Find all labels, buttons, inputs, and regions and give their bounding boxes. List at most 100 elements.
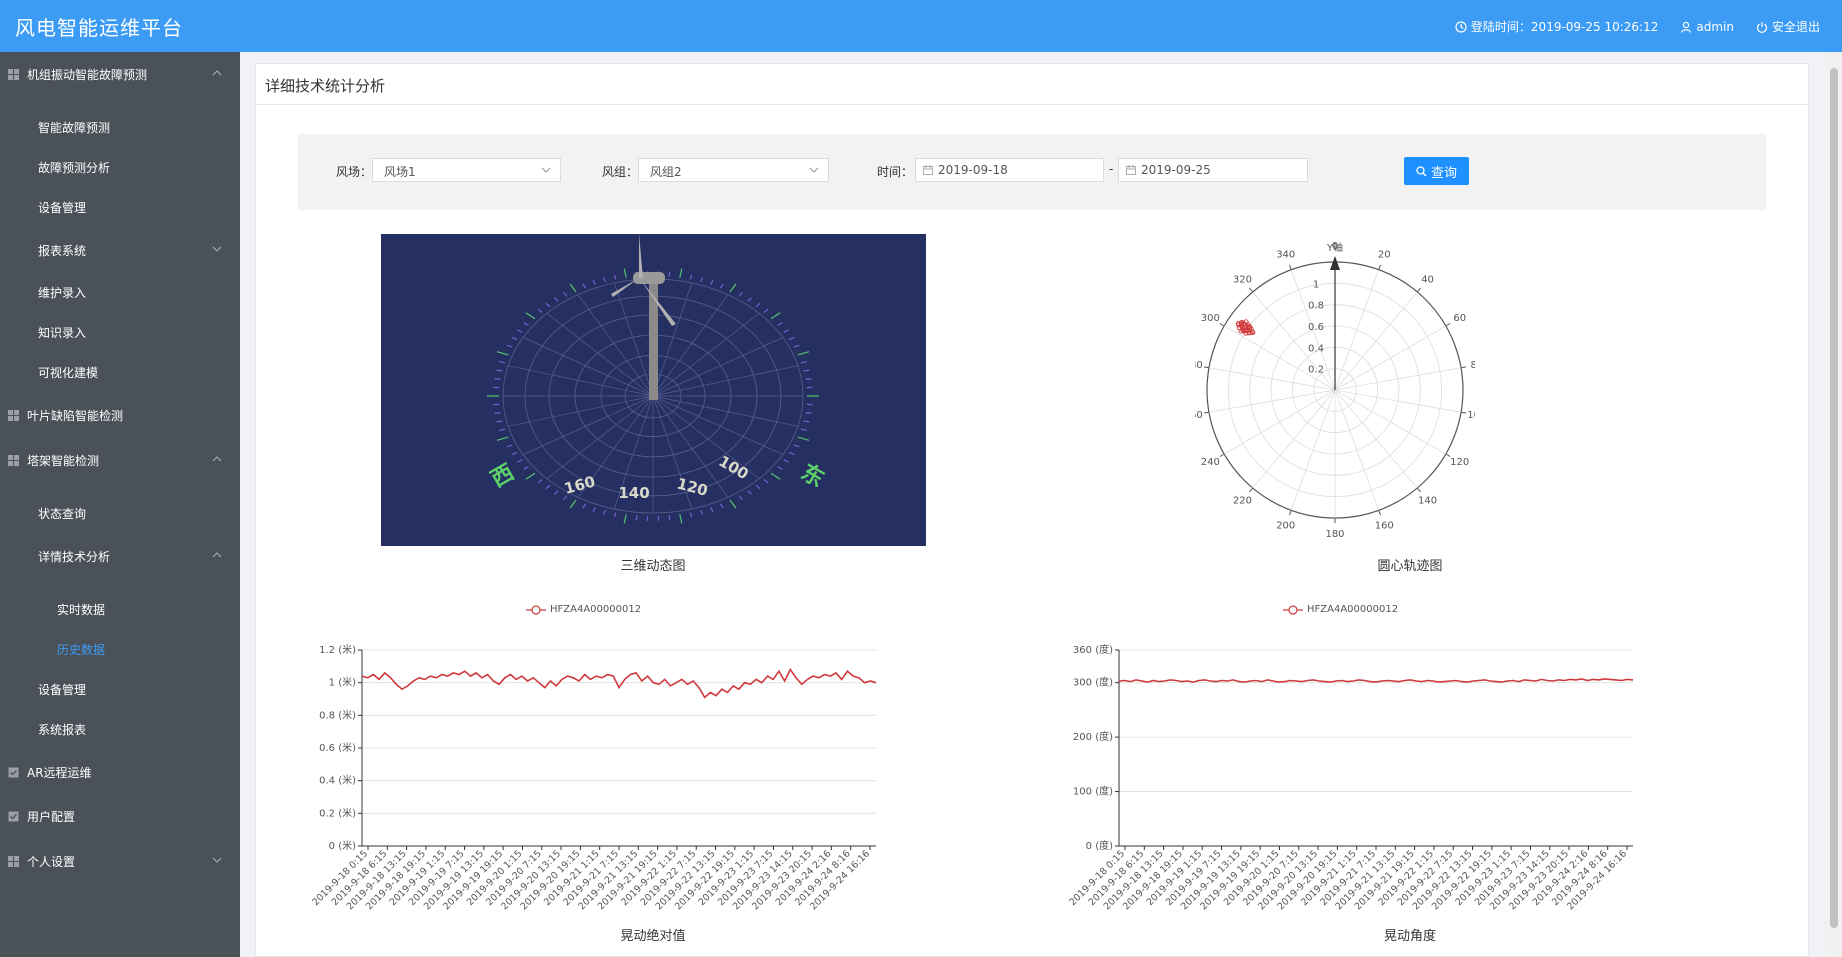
turbine-tick bbox=[770, 472, 781, 480]
chevron-down-icon bbox=[212, 857, 222, 863]
logout-button[interactable]: 安全退出 bbox=[1756, 18, 1820, 35]
sidebar-item[interactable]: 设备管理 bbox=[0, 192, 240, 222]
amplitude-line-chart: 0 (米) 0.2 (米) 0.4 (米) 0.6 (米) 0.8 (米) 1 (米) 1.… bbox=[310, 643, 877, 910]
sidebar-item[interactable]: 知识录入 bbox=[0, 317, 240, 347]
farm-select[interactable]: 风场1 bbox=[372, 158, 561, 182]
angle-legend[interactable]: HFZA4A00000012 bbox=[1283, 604, 1398, 615]
turbine-spoke bbox=[522, 395, 654, 455]
chart-y-tick-label: 0 (度) bbox=[1086, 839, 1113, 852]
turbine-spoke bbox=[613, 282, 654, 397]
turbine-tick bbox=[517, 459, 523, 463]
turbine-side-label: 西 bbox=[487, 460, 519, 493]
group-select[interactable]: 风组2 bbox=[638, 158, 829, 182]
page-scrollbar[interactable] bbox=[1826, 52, 1842, 957]
sidebar-item[interactable]: 故障预测分析 bbox=[0, 152, 240, 182]
sidebar-item[interactable]: 智能故障预测 bbox=[0, 112, 240, 142]
sidebar-item[interactable]: 系统报表 bbox=[0, 714, 240, 744]
sidebar-item[interactable]: 塔架智能检测 bbox=[0, 445, 240, 475]
query-button[interactable]: 查询 bbox=[1404, 157, 1469, 185]
sidebar-item[interactable]: 历史数据 bbox=[0, 634, 240, 664]
sidebar-item-label: 智能故障预测 bbox=[38, 120, 111, 135]
turbine-tick bbox=[511, 451, 518, 456]
date-start-input[interactable]: 2019-09-18 bbox=[915, 158, 1104, 182]
turbine-tick bbox=[793, 344, 800, 348]
turbine-blade bbox=[639, 234, 643, 278]
sidebar-item[interactable]: 叶片缺陷智能检测 bbox=[0, 400, 240, 430]
turbine-tick bbox=[569, 499, 577, 509]
sidebar-item[interactable]: 维护录入 bbox=[0, 277, 240, 307]
sidebar-item[interactable]: 用户配置 bbox=[0, 801, 240, 831]
login-time-text: 登陆时间：2019-09-25 10:26:12 bbox=[1470, 20, 1659, 34]
user-menu[interactable]: admin bbox=[1680, 20, 1734, 34]
turbine-tick bbox=[523, 466, 529, 470]
chart-y-tick-label: 0 (米) bbox=[329, 839, 356, 852]
polar-tick bbox=[1249, 287, 1254, 293]
turbine-tick bbox=[700, 277, 703, 282]
date-separator: - bbox=[1109, 162, 1114, 176]
turbine-spoke bbox=[652, 337, 784, 397]
sidebar-item[interactable]: 报表系统 bbox=[0, 235, 240, 265]
scrollbar-thumb[interactable] bbox=[1830, 68, 1838, 928]
amplitude-legend[interactable]: HFZA4A00000012 bbox=[526, 604, 641, 615]
turbine-tick bbox=[783, 459, 789, 463]
turbine-tick bbox=[592, 280, 596, 285]
chevron-up-icon bbox=[212, 70, 222, 76]
chart-y-tick-label: 360 (度) bbox=[1073, 643, 1113, 656]
turbine-nacelle bbox=[633, 272, 665, 284]
chart-y-tick-label: 0.6 (米) bbox=[319, 741, 356, 754]
turbine-spoke bbox=[652, 312, 760, 397]
chart-series-line bbox=[1118, 678, 1634, 683]
polar-angle-label: 160 bbox=[1375, 520, 1394, 531]
sidebar-item-label: 历史数据 bbox=[57, 642, 106, 657]
turbine-3d-view[interactable]: 100 120 140 160 西 东 bbox=[381, 234, 926, 546]
turbine-tick bbox=[689, 274, 693, 280]
date-end-input[interactable]: 2019-09-25 bbox=[1118, 158, 1308, 182]
turbine-tick bbox=[506, 444, 513, 448]
sidebar-item[interactable]: 个人设置 bbox=[0, 846, 240, 876]
turbine-tick bbox=[517, 329, 523, 333]
sidebar-item[interactable]: 机组振动智能故障预测 bbox=[0, 59, 240, 89]
sidebar-item[interactable]: 设备管理 bbox=[0, 674, 240, 704]
sidebar-item[interactable]: 实时数据 bbox=[0, 594, 240, 624]
sidebar-item-label: 维护录入 bbox=[38, 285, 87, 300]
chart-y-tick-label: 0.2 (米) bbox=[319, 806, 356, 819]
turbine-tick bbox=[763, 478, 769, 484]
polar-radius-label: 0.8 bbox=[1308, 301, 1324, 312]
polar-y-axis-label: Y轴 bbox=[1326, 241, 1343, 254]
chevron-down-icon bbox=[541, 167, 551, 173]
sidebar-item[interactable]: AR远程运维 bbox=[0, 757, 240, 787]
polar-angle-label: 260 bbox=[1195, 410, 1203, 421]
calendar-icon bbox=[1126, 165, 1136, 175]
grid-icon bbox=[8, 410, 19, 421]
polar-angle-label: 320 bbox=[1233, 275, 1252, 286]
turbine-tick bbox=[496, 351, 509, 356]
chart-y-tick-label: 1.2 (米) bbox=[319, 643, 356, 656]
polar-angle-label: 240 bbox=[1201, 457, 1220, 468]
turbine-tick bbox=[738, 495, 743, 500]
turbine-tick bbox=[496, 436, 509, 441]
polar-radius-label: 0.6 bbox=[1308, 322, 1324, 333]
turbine-tick bbox=[738, 292, 743, 297]
sidebar-item[interactable]: 可视化建模 bbox=[0, 357, 240, 387]
turbine-spoke bbox=[508, 395, 654, 427]
sidebar-item[interactable]: 状态查询 bbox=[0, 498, 240, 528]
turbine-caption: 三维动态图 bbox=[620, 559, 686, 574]
turbine-tick bbox=[545, 302, 551, 308]
turbine-tick bbox=[689, 512, 693, 518]
turbine-tick bbox=[729, 499, 737, 509]
turbine-tick bbox=[747, 490, 752, 495]
panel-header: 详细技术统计分析 bbox=[256, 64, 1808, 105]
polar-spoke bbox=[1290, 389, 1336, 511]
turbine-tick bbox=[710, 280, 714, 285]
polar-radius-label: 0.2 bbox=[1308, 365, 1324, 376]
angle-legend-label: HFZA4A00000012 bbox=[1307, 604, 1399, 615]
polar-tick bbox=[1460, 411, 1467, 414]
turbine-tick bbox=[496, 369, 503, 372]
turbine-tick bbox=[710, 507, 714, 512]
sidebar-item[interactable]: 详情技术分析 bbox=[0, 541, 240, 571]
chart-series-line bbox=[361, 668, 877, 699]
turbine-ring-label: 160 bbox=[562, 472, 597, 497]
turbine-tick bbox=[494, 412, 501, 414]
page-title: 详细技术统计分析 bbox=[265, 77, 386, 95]
app-title: 风电智能运维平台 bbox=[15, 16, 183, 40]
